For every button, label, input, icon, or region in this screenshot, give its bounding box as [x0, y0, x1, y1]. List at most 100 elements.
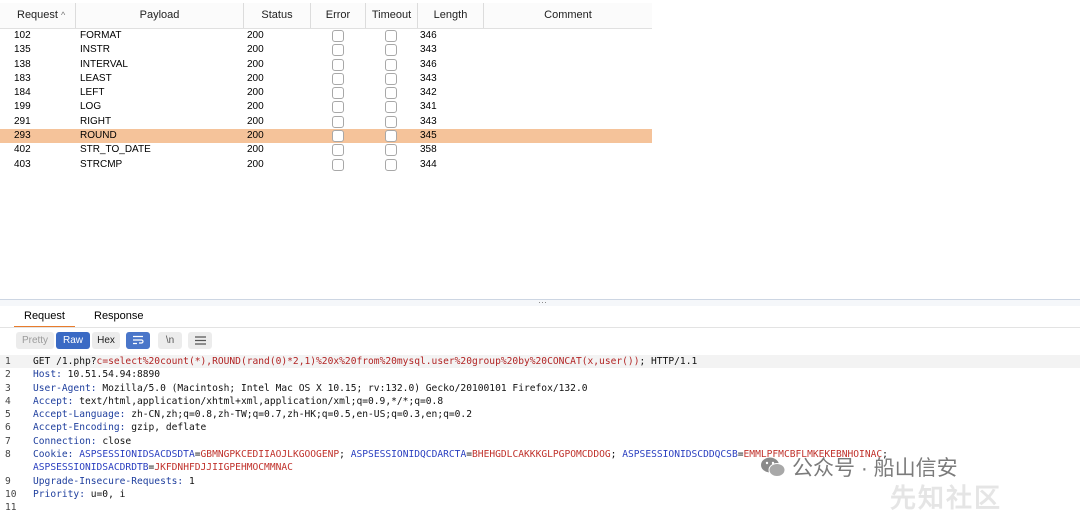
- payload-cell: LEFT: [80, 87, 105, 99]
- status-cell: 200: [247, 144, 264, 156]
- line-content: GET /1.php?c=select%20count(*),ROUND(ran…: [33, 355, 697, 368]
- request-number-cell: 291: [14, 115, 31, 127]
- error-checkbox[interactable]: [332, 87, 344, 100]
- timeout-checkbox[interactable]: [385, 58, 397, 71]
- table-row[interactable]: 135 INSTR 200 343: [0, 43, 652, 57]
- table-header: Request ^ Payload Status Error Timeout Le…: [0, 3, 652, 29]
- table-row[interactable]: 183 LEAST 200 343: [0, 72, 652, 86]
- table-row[interactable]: 291 RIGHT 200 343: [0, 115, 652, 129]
- tab-divider: [0, 327, 1080, 328]
- error-checkbox[interactable]: [332, 44, 344, 57]
- timeout-checkbox[interactable]: [385, 144, 397, 157]
- status-cell: 200: [247, 158, 264, 170]
- error-checkbox[interactable]: [332, 101, 344, 114]
- header-name: Accept-Language:: [33, 409, 126, 421]
- hex-button[interactable]: Hex: [92, 332, 120, 349]
- request-number-cell: 184: [14, 87, 31, 99]
- table-row[interactable]: 184 LEFT 200 342: [0, 86, 652, 100]
- cookie-name: ASPSESSIONIDSACDSDTA: [79, 449, 195, 461]
- error-checkbox[interactable]: [332, 158, 344, 171]
- column-header-payload[interactable]: Payload: [76, 3, 244, 28]
- line-content: Host: 10.51.54.94:8890: [33, 368, 160, 381]
- editor-line: 1 GET /1.php?c=select%20count(*),ROUND(ra…: [0, 355, 1080, 369]
- column-header-request[interactable]: Request ^: [0, 3, 76, 28]
- hamburger-menu-icon[interactable]: [188, 332, 212, 349]
- status-cell: 200: [247, 130, 264, 142]
- code-text: zh-CN,zh;q=0.8,zh-TW;q=0.7,zh-HK;q=0.5,e…: [125, 409, 472, 421]
- column-header-length[interactable]: Length: [418, 3, 484, 28]
- code-text: gzip, deflate: [125, 422, 207, 434]
- request-number-cell: 135: [14, 44, 31, 56]
- table-row[interactable]: 402 STR_TO_DATE 200 358: [0, 143, 652, 157]
- pane-splitter[interactable]: ⋯: [0, 297, 1080, 308]
- code-text: Mozilla/5.0 (Macintosh; Intel Mac OS X 1…: [96, 382, 588, 394]
- status-cell: 200: [247, 101, 264, 113]
- line-number: 9: [5, 475, 11, 487]
- timeout-checkbox[interactable]: [385, 158, 397, 171]
- editor-line: 2 Host: 10.51.54.94:8890: [0, 368, 1080, 381]
- cookie-value: JKFDNHFDJJIIGPEHMOCMMNAC: [154, 462, 293, 474]
- code-text: 1: [183, 475, 195, 487]
- error-checkbox[interactable]: [332, 30, 344, 42]
- length-cell: 342: [420, 87, 437, 99]
- status-cell: 200: [247, 30, 264, 41]
- request-number-cell: 102: [14, 30, 31, 41]
- raw-button[interactable]: Raw: [56, 332, 90, 349]
- table-row[interactable]: 403 STRCMP 200 344: [0, 158, 652, 172]
- request-number-cell: 402: [14, 144, 31, 156]
- pretty-button[interactable]: Pretty: [16, 332, 54, 349]
- line-content: Accept-Language: zh-CN,zh;q=0.8,zh-TW;q=…: [33, 408, 472, 421]
- status-cell: 200: [247, 58, 264, 70]
- status-cell: 200: [247, 115, 264, 127]
- line-content: Accept-Encoding: gzip, deflate: [33, 421, 206, 434]
- length-cell: 346: [420, 30, 437, 41]
- payload-cell: RIGHT: [80, 115, 112, 127]
- payload-cell: STRCMP: [80, 158, 123, 170]
- error-checkbox[interactable]: [332, 144, 344, 157]
- word-wrap-icon[interactable]: [126, 332, 150, 349]
- column-header-timeout[interactable]: Timeout: [366, 3, 418, 28]
- payload-cell: STR_TO_DATE: [80, 144, 151, 156]
- line-number: 2: [5, 369, 11, 381]
- timeout-checkbox[interactable]: [385, 130, 397, 143]
- timeout-checkbox[interactable]: [385, 101, 397, 114]
- tab-response[interactable]: Response: [84, 306, 154, 328]
- show-newlines-icon[interactable]: \n: [158, 332, 182, 349]
- line-number: 7: [5, 435, 11, 447]
- line-number: 10: [5, 488, 17, 500]
- error-checkbox[interactable]: [332, 130, 344, 143]
- timeout-checkbox[interactable]: [385, 72, 397, 85]
- wechat-icon: [760, 456, 786, 484]
- table-body: 102 FORMAT 200 346 135 INSTR 200 343 138 INTERVAL…: [0, 29, 652, 172]
- line-content: Upgrade-Insecure-Requests: 1: [33, 475, 195, 488]
- line-number: 6: [5, 422, 11, 434]
- column-header-status[interactable]: Status: [244, 3, 311, 28]
- editor-line: 3 User-Agent: Mozilla/5.0 (Macintosh; Int…: [0, 382, 1080, 395]
- table-row[interactable]: 102 FORMAT 200 346: [0, 29, 652, 43]
- length-cell: 345: [420, 130, 437, 142]
- length-cell: 344: [420, 158, 437, 170]
- timeout-checkbox[interactable]: [385, 87, 397, 100]
- error-checkbox[interactable]: [332, 58, 344, 71]
- results-table: Request ^ Payload Status Error Timeout Le…: [0, 3, 652, 172]
- line-content: Connection: close: [33, 435, 131, 448]
- tab-request[interactable]: Request: [14, 306, 75, 328]
- error-checkbox[interactable]: [332, 115, 344, 128]
- error-checkbox[interactable]: [332, 72, 344, 85]
- table-row[interactable]: 199 LOG 200 341: [0, 100, 652, 114]
- table-row[interactable]: 138 INTERVAL 200 346: [0, 58, 652, 72]
- column-header-comment[interactable]: Comment: [484, 3, 652, 28]
- table-row[interactable]: 293 ROUND 200 345: [0, 129, 652, 144]
- header-name: Priority:: [33, 488, 85, 500]
- line-content: Priority: u=0, i: [33, 488, 125, 501]
- status-cell: 200: [247, 72, 264, 84]
- line-content: Accept: text/html,application/xhtml+xml,…: [33, 395, 443, 408]
- timeout-checkbox[interactable]: [385, 30, 397, 42]
- editor-line: 6 Accept-Encoding: gzip, deflate: [0, 421, 1080, 434]
- cookie-name: ASPSESSIONIDSCDDQCSB: [622, 449, 738, 461]
- column-header-error[interactable]: Error: [311, 3, 366, 28]
- timeout-checkbox[interactable]: [385, 44, 397, 57]
- timeout-checkbox[interactable]: [385, 115, 397, 128]
- line-number: 4: [5, 395, 11, 407]
- drag-handle-icon[interactable]: ⋯: [538, 297, 548, 308]
